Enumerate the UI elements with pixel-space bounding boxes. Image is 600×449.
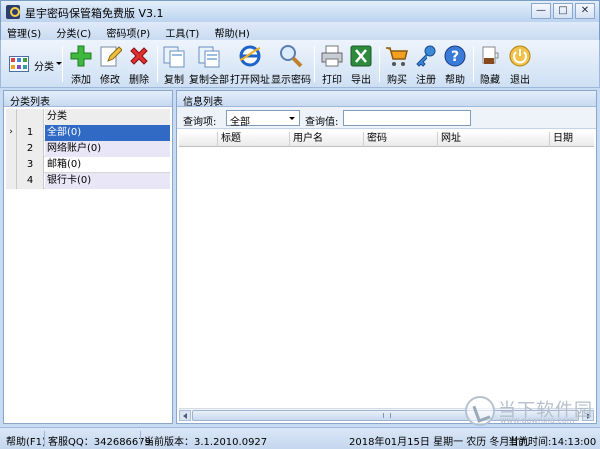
info-grid-header: 标题 用户名 密码 网址 日期 bbox=[179, 132, 594, 147]
hide-button[interactable]: 隐藏 bbox=[473, 44, 507, 86]
chevron-down-icon bbox=[289, 117, 295, 120]
menu-bar: 管理(S) 分类(C) 密码项(P) 工具(T) 帮助(H) bbox=[0, 22, 600, 40]
key-icon bbox=[416, 45, 436, 67]
category-name: 网络账户(0) bbox=[45, 141, 170, 157]
help-button[interactable]: ? 帮助 bbox=[438, 44, 472, 86]
row-number: 2 bbox=[17, 141, 44, 157]
row-number: 3 bbox=[17, 157, 44, 173]
category-row-bank-card[interactable]: 4 银行卡(0) bbox=[6, 173, 170, 189]
toolbar: 分类 添加 修改 删除 复制 复制全部 打开网址 显示密码 打印 导出 购买 注… bbox=[0, 40, 600, 88]
browser-e-icon bbox=[239, 45, 261, 67]
query-value-input[interactable] bbox=[343, 110, 471, 126]
category-column-header[interactable]: 分类 bbox=[45, 109, 170, 125]
copy-button[interactable]: 复制 bbox=[157, 44, 191, 86]
delete-x-icon bbox=[130, 47, 148, 65]
category-name: 银行卡(0) bbox=[45, 173, 170, 189]
category-row-all[interactable]: › 1 全部(0) bbox=[6, 125, 170, 141]
title-bar: 星宇密码保管箱免费版 V3.1 — □ ✕ bbox=[0, 0, 600, 22]
scroll-left-icon[interactable] bbox=[179, 410, 191, 421]
category-panel: 分类列表 分类 › 1 全部(0) 2 网络账户(0) 3 邮箱(0) 4 银行… bbox=[3, 90, 173, 424]
info-panel-title: 信息列表 bbox=[177, 91, 596, 108]
query-field-label: 查询项: bbox=[183, 117, 217, 128]
column-header-url[interactable]: 网址 bbox=[437, 132, 549, 147]
row-indicator-icon: › bbox=[6, 125, 17, 141]
category-grid: 分类 › 1 全部(0) 2 网络账户(0) 3 邮箱(0) 4 银行卡(0) bbox=[6, 109, 170, 189]
status-bar: 帮助(F1) 客服QQ：342686679 当前版本：3.1.2010.0927… bbox=[0, 427, 600, 449]
plus-icon bbox=[70, 45, 92, 67]
copy-all-icon bbox=[198, 46, 220, 68]
show-password-button[interactable]: 显示密码 bbox=[271, 44, 311, 86]
minimize-button[interactable]: — bbox=[531, 3, 551, 19]
column-header-password[interactable]: 密码 bbox=[363, 132, 437, 147]
category-grid-icon bbox=[9, 56, 29, 72]
help-question-icon: ? bbox=[444, 45, 466, 67]
category-dropdown[interactable]: 分类 bbox=[6, 54, 62, 74]
excel-icon bbox=[350, 45, 372, 67]
menu-tools[interactable]: 工具(T) bbox=[159, 22, 205, 40]
toolbar-separator bbox=[62, 46, 63, 82]
column-header-title[interactable]: 标题 bbox=[217, 132, 289, 147]
status-qq: 客服QQ：342686679 bbox=[48, 437, 152, 448]
magnifier-icon bbox=[280, 45, 303, 68]
query-value-label: 查询值: bbox=[305, 117, 339, 128]
window-title: 星宇密码保管箱免费版 V3.1 bbox=[25, 7, 164, 20]
category-panel-title: 分类列表 bbox=[4, 91, 172, 108]
shopping-cart-icon bbox=[386, 47, 408, 66]
category-dropdown-label: 分类 bbox=[34, 62, 54, 73]
query-field-select[interactable]: 全部 bbox=[226, 110, 300, 128]
maximize-button[interactable]: □ bbox=[553, 3, 573, 19]
printer-icon bbox=[321, 45, 343, 67]
delete-button[interactable]: 删除 bbox=[122, 44, 156, 86]
power-icon bbox=[509, 45, 531, 67]
coffee-cup-icon bbox=[482, 46, 499, 64]
exit-button[interactable]: 退出 bbox=[503, 44, 537, 86]
open-url-button[interactable]: 打开网址 bbox=[230, 44, 270, 86]
menu-category[interactable]: 分类(C) bbox=[50, 22, 97, 40]
edit-icon bbox=[100, 46, 122, 67]
row-number: 1 bbox=[17, 125, 44, 141]
svg-text:?: ? bbox=[451, 49, 459, 65]
query-bar: 查询项: 全部 查询值: bbox=[177, 107, 596, 129]
menu-manage[interactable]: 管理(S) bbox=[1, 22, 47, 40]
info-panel: 信息列表 查询项: 全部 查询值: 标题 用户名 密码 网址 日期 bbox=[176, 90, 597, 424]
app-icon bbox=[6, 5, 20, 19]
row-number: 4 bbox=[17, 173, 44, 189]
close-button[interactable]: ✕ bbox=[575, 3, 595, 19]
menu-password-item[interactable]: 密码项(P) bbox=[100, 22, 156, 40]
category-row-network-accounts[interactable]: 2 网络账户(0) bbox=[6, 141, 170, 157]
copy-all-button[interactable]: 复制全部 bbox=[189, 44, 229, 86]
menu-help[interactable]: 帮助(H) bbox=[208, 22, 255, 40]
column-header-date[interactable]: 日期 bbox=[549, 132, 594, 147]
status-date: 2018年01月15日 星期一 农历 冬月廿九 bbox=[349, 437, 530, 448]
export-button[interactable]: 导出 bbox=[344, 44, 378, 86]
status-help[interactable]: 帮助(F1) bbox=[6, 433, 46, 448]
status-version: 当前版本：3.1.2010.0927 bbox=[144, 437, 268, 448]
category-name: 邮箱(0) bbox=[47, 159, 82, 170]
watermark-logo bbox=[465, 396, 495, 426]
category-grid-header: 分类 bbox=[6, 109, 170, 125]
watermark-url: www.downxia.com bbox=[500, 416, 575, 425]
copy-icon bbox=[163, 46, 185, 68]
category-name: 全部(0) bbox=[45, 125, 170, 141]
category-row-mailbox[interactable]: 3 邮箱(0) bbox=[6, 157, 170, 173]
column-header-username[interactable]: 用户名 bbox=[289, 132, 363, 147]
status-time: 当前时间:14:13:00 bbox=[508, 437, 597, 448]
